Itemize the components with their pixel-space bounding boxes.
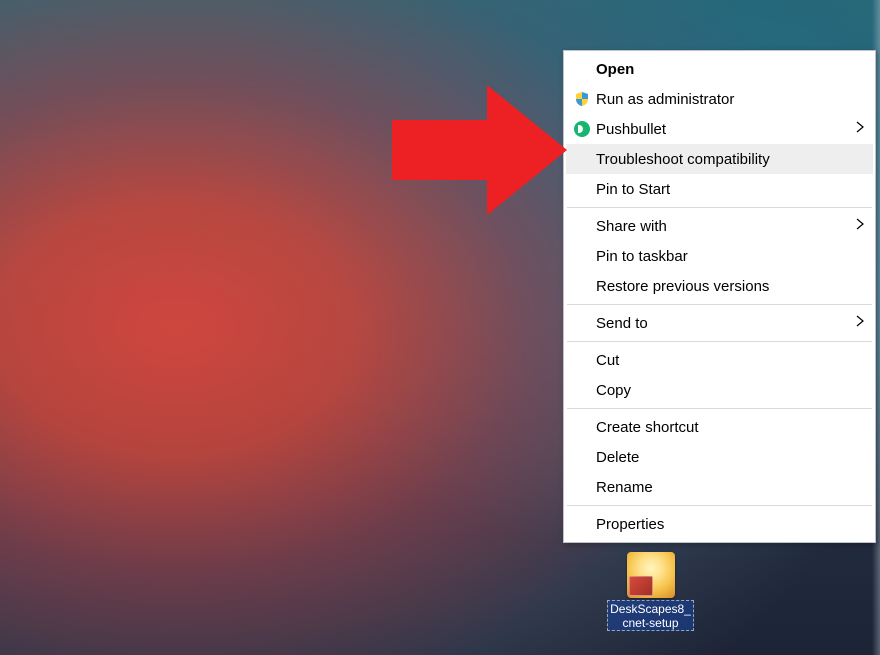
menu-separator [567,341,872,342]
menu-properties[interactable]: Properties [566,509,873,539]
annotation-arrow [392,75,572,225]
context-menu: Open Run as administrator Pushbullet Tro… [563,50,876,543]
menu-pushbullet[interactable]: Pushbullet [566,114,873,144]
menu-run-as-administrator[interactable]: Run as administrator [566,84,873,114]
menu-send-to[interactable]: Send to [566,308,873,338]
installer-icon [627,552,675,598]
menu-pin-to-taskbar[interactable]: Pin to taskbar [566,241,873,271]
menu-pin-to-start[interactable]: Pin to Start [566,174,873,204]
menu-rename[interactable]: Rename [566,472,873,502]
menu-open[interactable]: Open [566,54,873,84]
menu-restore-previous-versions[interactable]: Restore previous versions [566,271,873,301]
menu-separator [567,207,872,208]
menu-separator [567,408,872,409]
menu-delete[interactable]: Delete [566,442,873,472]
shield-icon [574,91,590,107]
chevron-right-icon [851,314,869,332]
chevron-right-icon [851,120,869,138]
menu-troubleshoot-compatibility[interactable]: Troubleshoot compatibility [566,144,873,174]
menu-separator [567,304,872,305]
menu-share-with[interactable]: Share with [566,211,873,241]
menu-separator [567,505,872,506]
chevron-right-icon [851,217,869,235]
desktop-icon-label: DeskScapes8_ cnet-setup [607,600,694,631]
menu-create-shortcut[interactable]: Create shortcut [566,412,873,442]
menu-copy[interactable]: Copy [566,375,873,405]
pushbullet-icon [574,121,590,137]
menu-cut[interactable]: Cut [566,345,873,375]
desktop-icon-deskscapes[interactable]: DeskScapes8_ cnet-setup [612,552,689,631]
